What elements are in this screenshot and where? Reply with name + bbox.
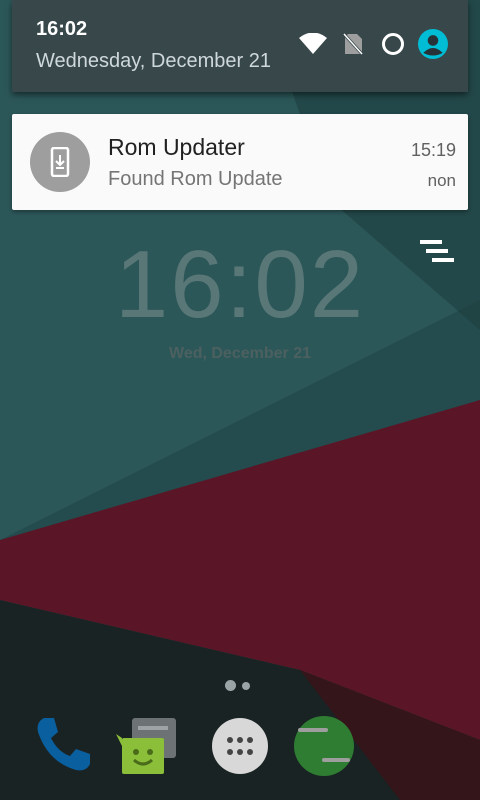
- status-time: 16:02: [36, 18, 88, 40]
- no-sim-icon: [338, 29, 368, 59]
- wifi-icon: [298, 29, 328, 59]
- battery-charging-icon: [378, 29, 408, 59]
- download-phone-icon: [30, 132, 90, 192]
- dock: [0, 712, 480, 784]
- page-dot: [242, 681, 250, 690]
- status-icons: [298, 26, 448, 62]
- hangouts-icon[interactable]: [292, 712, 356, 776]
- lockscreen-date: Wed, December 21: [169, 345, 311, 362]
- page-indicator: [225, 680, 250, 691]
- notification-shade-header[interactable]: 16:02 Wednesday, December 21: [12, 0, 468, 92]
- app-drawer-icon[interactable]: [208, 712, 272, 776]
- notification-time: 15:19: [410, 140, 456, 160]
- phone-icon[interactable]: [30, 712, 94, 776]
- lockscreen-clock: 16:02: [114, 231, 366, 338]
- notification-subtext: non: [427, 171, 456, 190]
- notification-text: Found Rom Update: [108, 168, 283, 190]
- page-dot: [225, 680, 236, 691]
- notification-title: Rom Updater: [108, 134, 245, 160]
- notification-card[interactable]: Rom Updater Found Rom Update 15:19 non: [12, 114, 468, 210]
- user-avatar-icon[interactable]: [418, 29, 448, 59]
- status-date: Wednesday, December 21: [36, 50, 271, 72]
- messaging-icon[interactable]: [116, 712, 180, 776]
